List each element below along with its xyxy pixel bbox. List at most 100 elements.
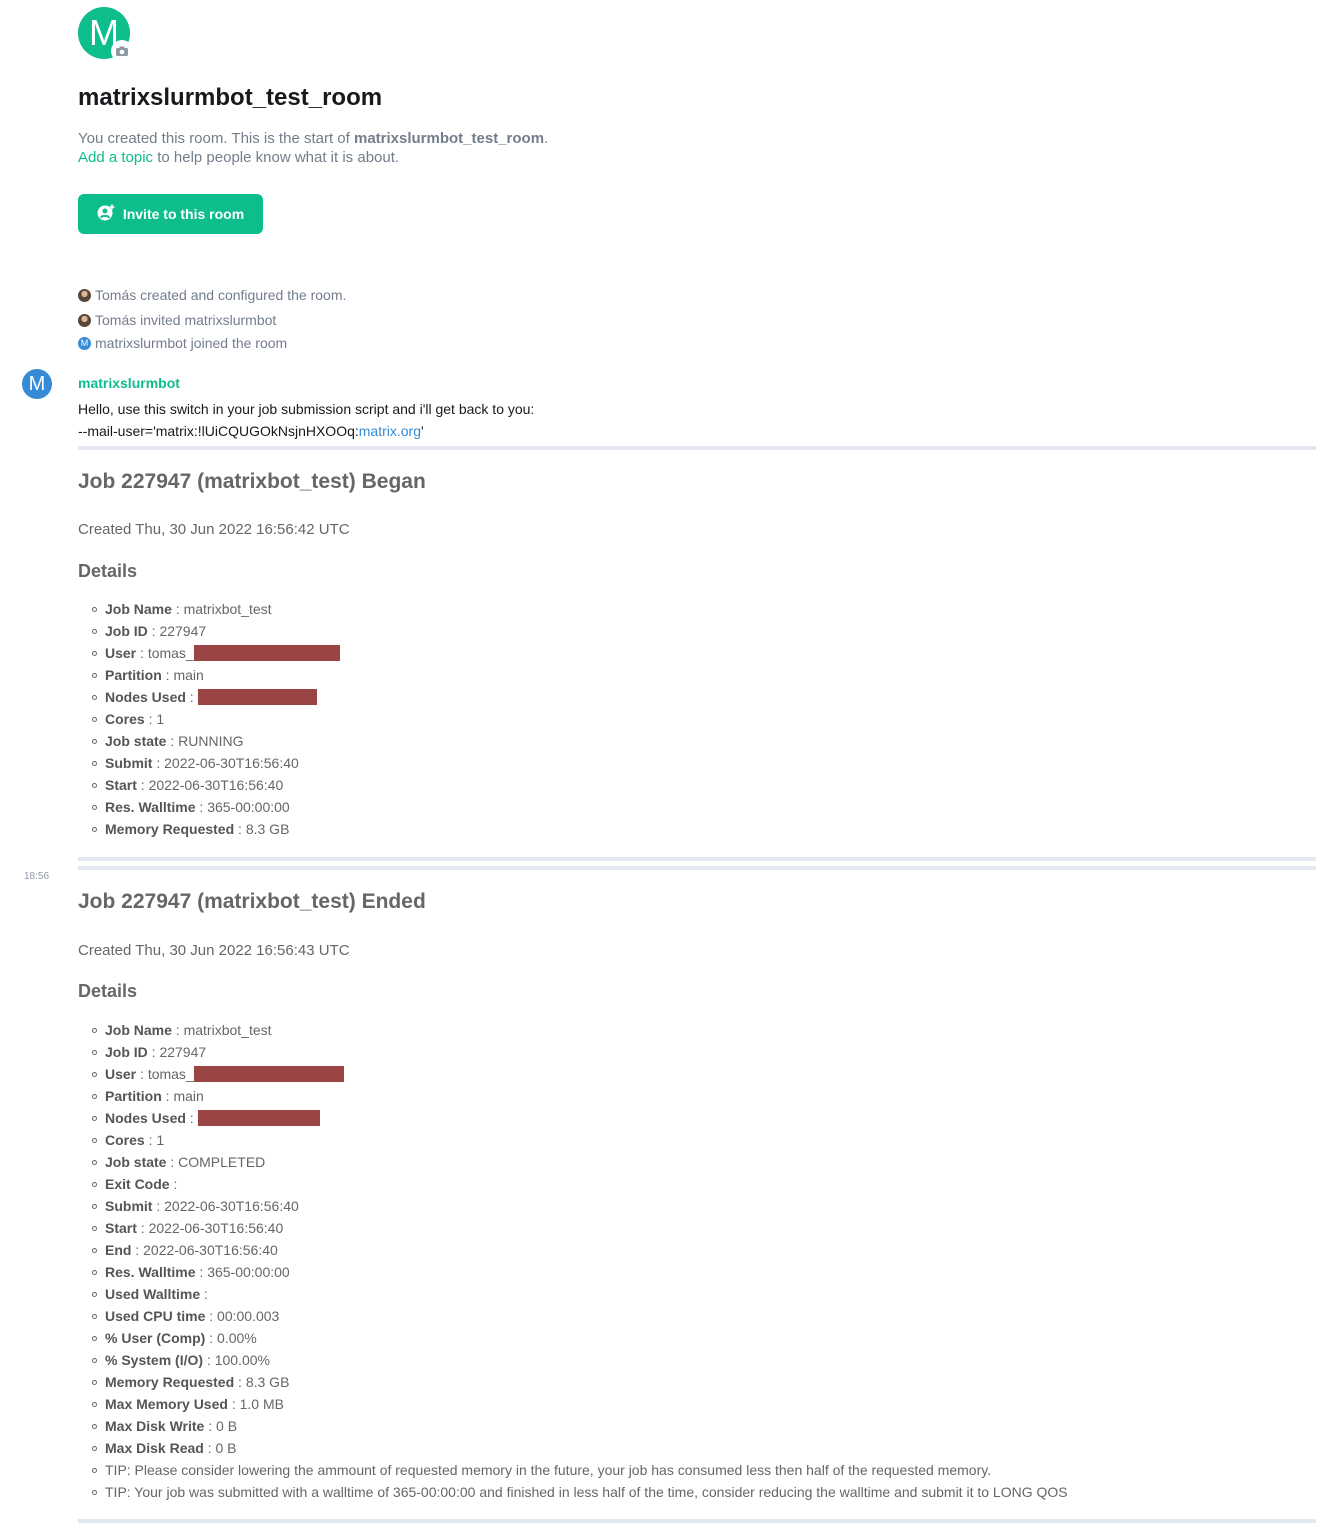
detail-separator: : [161, 667, 174, 683]
detail-separator: : [136, 1220, 149, 1236]
detail-item: Job ID : 227947 [92, 620, 340, 642]
detail-value: 365-00:00:00 [207, 799, 290, 815]
bullet-icon [92, 804, 97, 810]
detail-separator: : [136, 777, 149, 793]
intro-room-name: matrixslurmbot_test_room [353, 130, 545, 147]
detail-key: End [105, 1242, 132, 1258]
bullet-icon [92, 1423, 97, 1429]
detail-value: 8.3 GB [245, 1374, 290, 1390]
detail-value: 227947 [159, 623, 207, 639]
detail-value: main [173, 667, 204, 683]
detail-key: % User (Comp) [105, 1330, 206, 1346]
detail-separator: : [195, 799, 208, 815]
detail-separator: : [166, 733, 179, 749]
intro-period: . [544, 130, 549, 147]
detail-separator: : [234, 821, 246, 837]
bullet-icon [92, 694, 97, 700]
detail-separator: : [136, 1066, 148, 1082]
detail-item: Exit Code : [92, 1173, 1068, 1195]
user-avatar[interactable] [78, 288, 91, 302]
detail-item: Max Disk Write : 0 B [92, 1415, 1068, 1437]
detail-key: Memory Requested [105, 821, 235, 837]
detail-item: % System (I/O) : 100.00% [92, 1349, 1068, 1371]
sender-name[interactable]: matrixslurmbot [78, 375, 180, 391]
invite-button-label: Invite to this room [122, 206, 245, 222]
detail-separator: : [185, 689, 198, 705]
tip-item: TIP: Please consider lowering the ammoun… [92, 1459, 1068, 1481]
divider [78, 1519, 1316, 1523]
detail-value: matrixbot_test [183, 601, 272, 617]
user-avatar[interactable] [78, 313, 91, 327]
detail-item: Partition : main [92, 664, 340, 686]
detail-value: 0 B [215, 1440, 237, 1456]
detail-separator: : [147, 623, 160, 639]
detail-item: Used Walltime : [92, 1283, 1068, 1305]
detail-key: Max Memory Used [105, 1396, 228, 1412]
bullet-icon [92, 1159, 97, 1165]
detail-value: 1.0 MB [239, 1396, 284, 1412]
detail-item: End : 2022-06-30T16:56:40 [92, 1239, 1068, 1261]
details-list: Job Name : matrixbot_test Job ID : 227947… [92, 598, 340, 840]
bullet-icon [92, 650, 97, 656]
detail-value: 1 [156, 1132, 165, 1148]
detail-item: Cores : 1 [92, 1129, 1068, 1151]
detail-value: 2022-06-30T16:56:40 [143, 1242, 278, 1258]
detail-value: 365-00:00:00 [207, 1264, 290, 1280]
detail-item: Nodes Used : [92, 686, 340, 708]
invite-user-icon [97, 204, 115, 225]
bullet-icon [92, 1247, 97, 1253]
detail-separator: : [234, 1374, 246, 1390]
event-text: Tomás created and configured the room. [95, 287, 347, 303]
detail-item: Memory Requested : 8.3 GB [92, 1371, 1068, 1393]
sender-avatar[interactable]: M [22, 369, 52, 399]
detail-item: Memory Requested : 8.3 GB [92, 818, 340, 840]
detail-value: 2022-06-30T16:56:40 [164, 755, 299, 771]
detail-key: Job ID [105, 623, 148, 639]
job-created: Created Thu, 30 Jun 2022 16:56:43 UTC [78, 942, 350, 959]
invite-button[interactable]: Invite to this room [78, 194, 263, 234]
detail-item: Job state : COMPLETED [92, 1151, 1068, 1173]
detail-separator: : [203, 1352, 215, 1368]
detail-item: Cores : 1 [92, 708, 340, 730]
detail-separator: : [144, 1132, 157, 1148]
detail-key: Start [105, 777, 137, 793]
camera-icon[interactable] [111, 40, 133, 62]
message-body: Hello, use this switch in your job submi… [78, 398, 534, 442]
job-title: Job 227947 (matrixbot_test) Began [78, 470, 426, 493]
bot-avatar[interactable]: M [78, 336, 91, 350]
bullet-icon [92, 1027, 97, 1033]
detail-item: Start : 2022-06-30T16:56:40 [92, 774, 340, 796]
detail-separator: : [200, 1286, 212, 1302]
detail-item: Job ID : 227947 [92, 1041, 1068, 1063]
bullet-icon [92, 628, 97, 634]
matrix-link[interactable]: matrix.org [359, 423, 421, 439]
detail-separator: : [152, 1198, 165, 1214]
detail-item: Job state : RUNNING [92, 730, 340, 752]
redaction-block [193, 1066, 344, 1082]
bullet-icon [92, 1335, 97, 1341]
detail-value: tomas_ [147, 1066, 194, 1082]
detail-separator: : [204, 1418, 217, 1434]
detail-key: Submit [105, 755, 153, 771]
details-list: Job Name : matrixbot_test Job ID : 227947… [92, 1019, 1068, 1503]
redaction-block [197, 1110, 320, 1126]
add-topic-link[interactable]: Add a topic [78, 149, 153, 166]
detail-item: Max Disk Read : 0 B [92, 1437, 1068, 1459]
event-line: Tomás created and configured the room. [78, 287, 346, 303]
bullet-icon [92, 1049, 97, 1055]
detail-separator: : [161, 1088, 174, 1104]
event-text: Tomás invited matrixslurmbot [95, 312, 277, 328]
bullet-icon [92, 1291, 97, 1297]
detail-key: User [105, 1066, 137, 1082]
detail-key: Max Disk Write [105, 1418, 205, 1434]
message-line: --mail-user='matrix:!lUiCQUGOkNsjnHXOOq:… [78, 420, 534, 442]
detail-value: 0 B [216, 1418, 238, 1434]
detail-value: 1 [156, 711, 165, 727]
detail-value: 2022-06-30T16:56:40 [164, 1198, 299, 1214]
detail-value: tomas_ [147, 645, 194, 661]
bullet-icon [92, 1467, 97, 1473]
bullet-icon [92, 1093, 97, 1099]
message-timestamp[interactable]: 18:56 [24, 871, 49, 882]
intro-text: You created this room. This is the start… [78, 130, 354, 147]
detail-value: 2022-06-30T16:56:40 [148, 777, 284, 793]
